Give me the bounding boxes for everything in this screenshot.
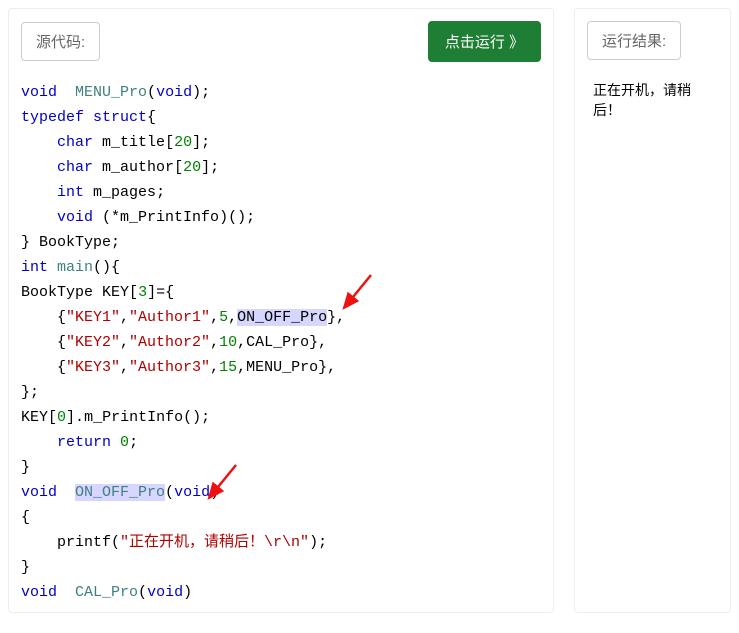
program-output: 正在开机，请稍后！ — [587, 80, 718, 120]
panel-header: 源代码: 点击运行 》 — [21, 21, 541, 62]
source-code-panel: 源代码: 点击运行 》 void MENU_Pro(void); typedef… — [8, 8, 554, 613]
result-panel: 运行结果: 正在开机，请稍后！ — [574, 8, 731, 613]
highlight-on-off-pro-def: ON_OFF_Pro — [75, 484, 165, 501]
run-button[interactable]: 点击运行 》 — [428, 21, 541, 62]
code-editor-container: void MENU_Pro(void); typedef struct{ cha… — [21, 80, 541, 600]
result-label-button[interactable]: 运行结果: — [587, 21, 681, 60]
source-code-label-button[interactable]: 源代码: — [21, 22, 100, 61]
code-scroll-area[interactable]: void MENU_Pro(void); typedef struct{ cha… — [21, 80, 541, 600]
source-code[interactable]: void MENU_Pro(void); typedef struct{ cha… — [21, 80, 541, 600]
highlight-on-off-pro-usage: ON_OFF_Pro — [237, 309, 327, 326]
